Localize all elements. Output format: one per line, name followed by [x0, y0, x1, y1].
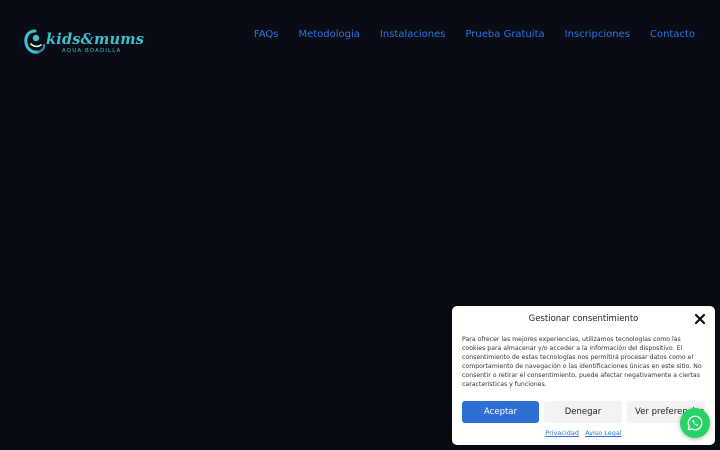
kids-and-mums-logo-icon: [24, 29, 46, 54]
consent-body: Para ofrecer las mejores experiencias, u…: [462, 336, 702, 388]
logo-wordmark: kids&mums: [46, 31, 145, 48]
logo-subtitle: AQUA BOADILLA: [62, 48, 122, 54]
consent-title: Gestionar consentimiento: [528, 314, 639, 324]
site-header: kids&mums AQUA BOADILLA FAQs Metodologia…: [0, 0, 720, 70]
whatsapp-icon: [687, 415, 703, 431]
accept-button[interactable]: Aceptar: [462, 401, 539, 423]
close-icon[interactable]: [694, 313, 706, 325]
legal-notice-link[interactable]: Aviso Legal: [585, 429, 622, 437]
main-nav: FAQs Metodologia Instalaciones Prueba Gr…: [254, 29, 695, 40]
whatsapp-button[interactable]: [680, 408, 710, 438]
nav-item-faqs[interactable]: FAQs: [254, 29, 279, 40]
consent-links: Privacidad Aviso Legal: [452, 429, 715, 437]
nav-item-instalaciones[interactable]: Instalaciones: [380, 29, 446, 40]
nav-item-contacto[interactable]: Contacto: [650, 29, 695, 40]
site-logo[interactable]: kids&mums AQUA BOADILLA: [22, 28, 144, 58]
nav-item-prueba-gratuita[interactable]: Prueba Gratuita: [465, 29, 544, 40]
privacy-link[interactable]: Privacidad: [545, 429, 579, 437]
cookie-consent-dialog: Gestionar consentimiento Para ofrecer la…: [452, 306, 715, 445]
deny-button[interactable]: Denegar: [544, 401, 622, 423]
nav-item-inscripciones[interactable]: Inscripciones: [565, 29, 630, 40]
nav-item-metodologia[interactable]: Metodologia: [298, 29, 359, 40]
